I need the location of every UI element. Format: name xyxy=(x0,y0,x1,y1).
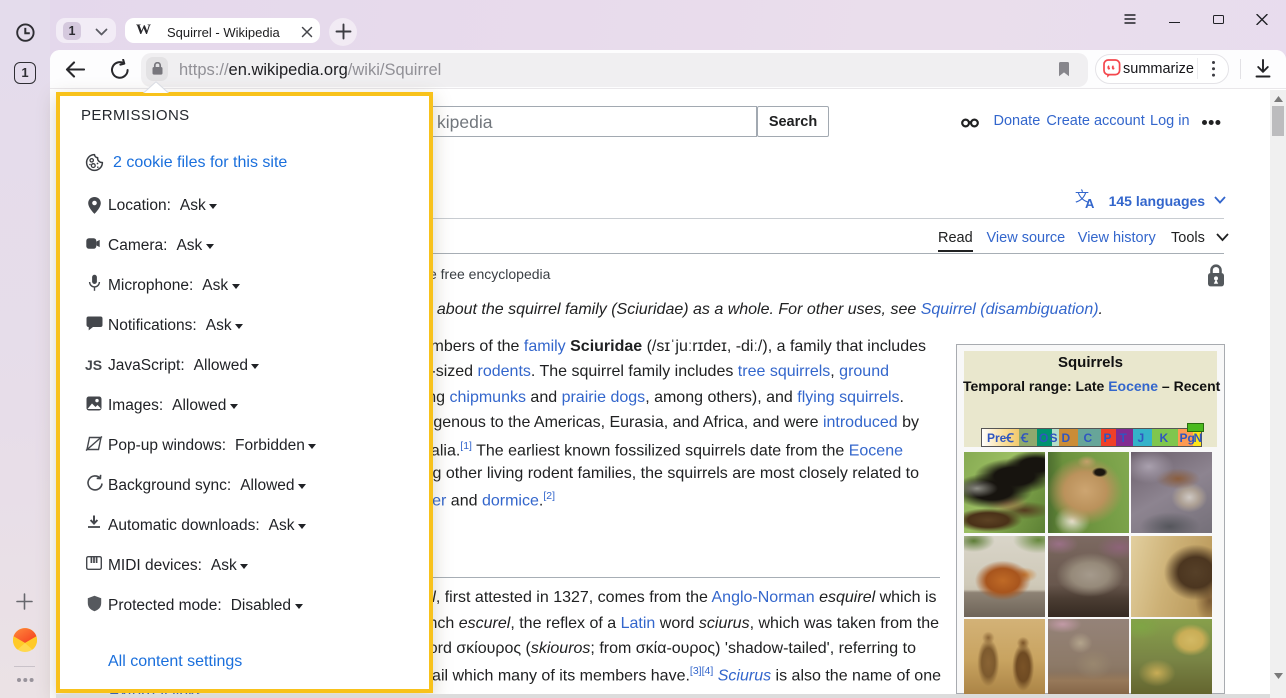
svg-text:A: A xyxy=(1085,196,1095,208)
